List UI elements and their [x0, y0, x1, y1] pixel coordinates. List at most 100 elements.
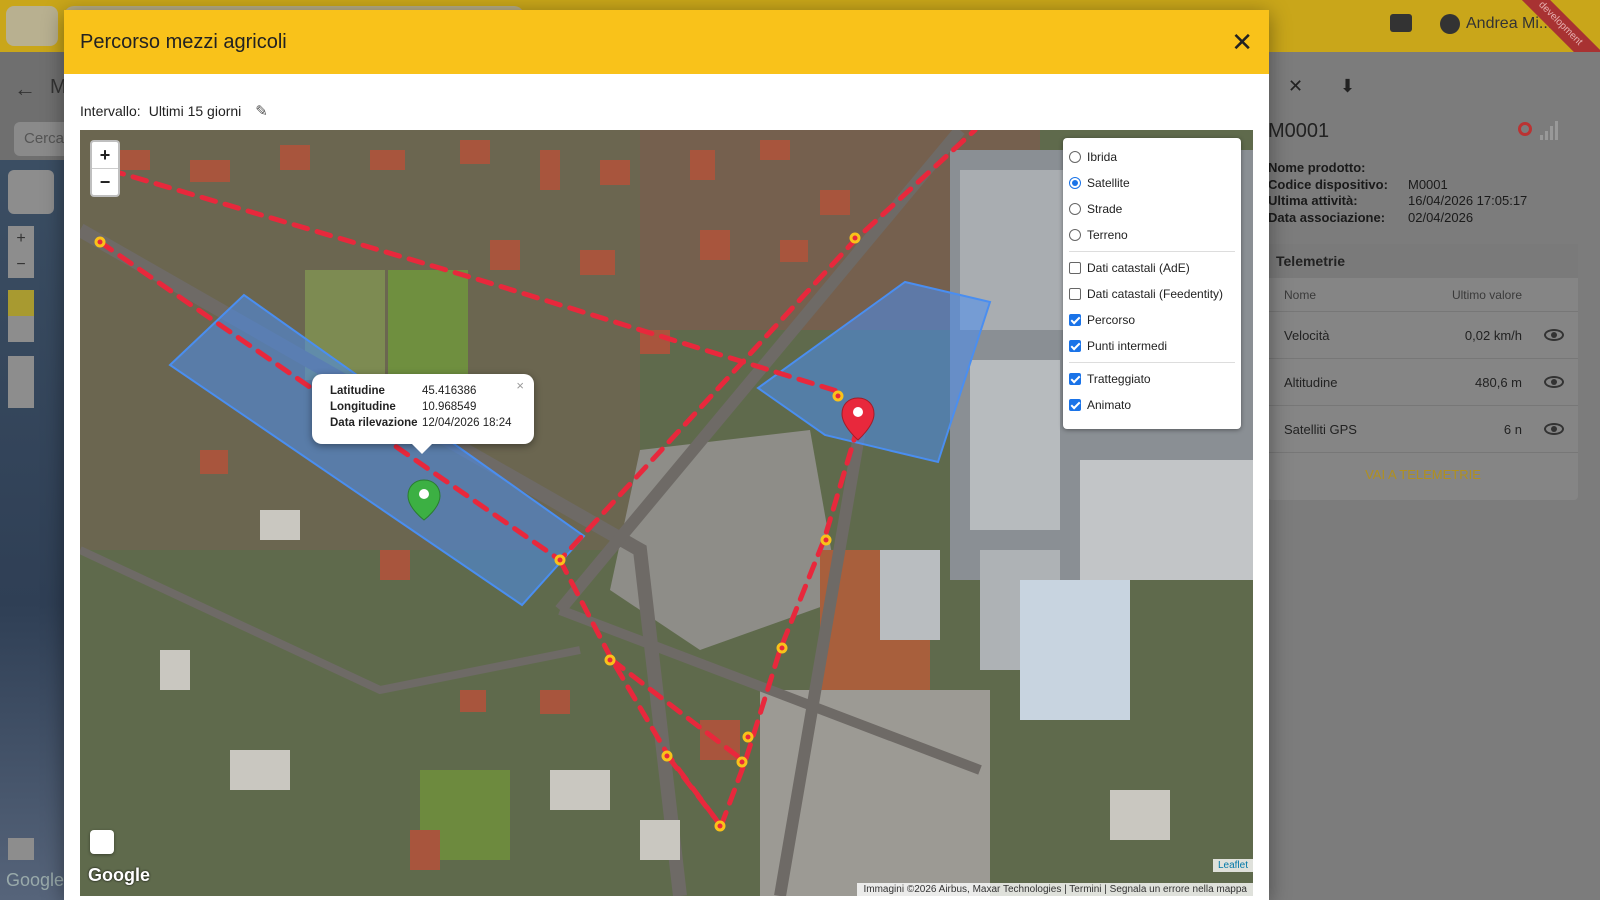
- modal-title: Percorso mezzi agricoli: [80, 30, 287, 53]
- popup-lat-label: Latitudine: [330, 385, 385, 397]
- telemetry-value: 0,02 km/h: [1464, 327, 1522, 343]
- radio-button[interactable]: [1069, 177, 1081, 189]
- zoom-control: + −: [90, 140, 120, 197]
- info-value: M0001: [1408, 176, 1448, 192]
- route-modal: Percorso mezzi agricoli ✕ Intervallo: Ul…: [64, 10, 1269, 900]
- option-animato[interactable]: Animato: [1069, 392, 1235, 418]
- popup-date-value: 12/04/2026 18:24: [422, 417, 512, 429]
- layer-label: Terreno: [1087, 228, 1128, 242]
- telemetry-name: Altitudine: [1284, 374, 1338, 390]
- left-zoom-in-button[interactable]: +: [8, 226, 34, 252]
- col-name-header: Nome: [1284, 288, 1317, 302]
- checkbox[interactable]: [1069, 288, 1081, 300]
- pencil-icon[interactable]: ✎: [255, 102, 268, 120]
- layer-option-satellite[interactable]: Satellite: [1069, 170, 1235, 196]
- point-popup: × Latitudine 45.416386 Longitudine 10.9685…: [312, 374, 534, 454]
- divider: [1069, 362, 1235, 363]
- overlay-label: Dati catastali (AdE): [1087, 261, 1190, 275]
- eye-icon[interactable]: [1544, 329, 1564, 341]
- info-key: Ultima attività:: [1268, 193, 1358, 208]
- leaflet-link[interactable]: Leaflet: [1212, 859, 1253, 872]
- draw-polygon-button[interactable]: [8, 290, 34, 316]
- overlay-percorso[interactable]: Percorso: [1069, 307, 1235, 333]
- satellite-map[interactable]: + − × Latitudine 45.416386 Longitudine 10.…: [80, 130, 1253, 896]
- edit-layers-button[interactable]: [8, 356, 34, 382]
- zoom-out-button[interactable]: −: [92, 168, 118, 195]
- map-search-button[interactable]: [8, 170, 54, 214]
- info-key: Codice dispositivo:: [1268, 176, 1388, 192]
- delete-layers-button[interactable]: [8, 382, 34, 408]
- col-value-header: Ultimo valore: [1451, 288, 1522, 302]
- layer-label: Strade: [1087, 202, 1123, 216]
- popup-lon-value: 10.968549: [422, 401, 477, 413]
- close-icon[interactable]: ✕: [1231, 29, 1253, 55]
- checkbox[interactable]: [1069, 399, 1081, 411]
- layer-option-strade[interactable]: Strade: [1069, 196, 1235, 222]
- telemetry-header: Nome Ultimo valore: [1268, 278, 1578, 312]
- map-attribution: Immagini ©2026 Airbus, Maxar Technologie…: [857, 883, 1253, 896]
- popup-lon-label: Longitudine: [330, 401, 396, 413]
- layer-control: Ibrida Satellite Strade Terreno Dati cat…: [1063, 138, 1241, 429]
- info-value: 16/04/2026 17:05:17: [1408, 193, 1528, 208]
- overlay-punti-intermedi[interactable]: Punti intermedi: [1069, 333, 1235, 359]
- left-zoom-out-button[interactable]: −: [8, 252, 34, 278]
- overlay-dati-catastali-feedentity[interactable]: Dati catastali (Feedentity): [1069, 281, 1235, 307]
- telemetry-value: 6 n: [1503, 421, 1522, 437]
- device-title: M0001: [1268, 120, 1330, 142]
- info-key: Data associazione:: [1268, 209, 1386, 225]
- google-logo-left: Google: [6, 870, 65, 890]
- user-avatar-icon: [1440, 14, 1460, 34]
- app-logo-icon[interactable]: [6, 6, 58, 46]
- overlay-label: Punti intermedi: [1087, 339, 1168, 353]
- checkbox[interactable]: [1069, 262, 1081, 274]
- back-arrow-icon[interactable]: ←: [14, 76, 36, 102]
- layer-option-ibrida[interactable]: Ibrida: [1069, 144, 1235, 170]
- eye-icon[interactable]: [1544, 376, 1564, 388]
- go-to-telemetry-link[interactable]: VAI A TELEMETRIE: [1268, 453, 1578, 482]
- eye-icon[interactable]: [1544, 423, 1564, 435]
- modal-header: Percorso mezzi agricoli ✕: [64, 10, 1269, 74]
- telemetry-name: Satelliti GPS: [1284, 421, 1357, 437]
- interval-row: Intervallo: Ultimi 15 giorni ✎: [80, 102, 268, 120]
- layer-label: Ibrida: [1087, 150, 1118, 164]
- table-row: Altitudine 480,6 m: [1268, 359, 1578, 406]
- overlay-dati-catastali-ade[interactable]: Dati catastali (AdE): [1069, 255, 1235, 281]
- checkbox[interactable]: [1069, 314, 1081, 326]
- table-row: Satelliti GPS 6 n: [1268, 406, 1578, 453]
- checkbox[interactable]: [1069, 373, 1081, 385]
- popup-lat-value: 45.416386: [422, 385, 477, 397]
- device-info: Nome prodotto: Codice dispositivo: M0001 …: [1268, 160, 1527, 226]
- telemetry-value: 480,6 m: [1475, 374, 1522, 390]
- interval-value: Ultimi 15 giorni: [148, 103, 242, 119]
- signal-icon: [1540, 120, 1560, 140]
- option-label: Tratteggiato: [1087, 372, 1151, 386]
- info-value: 02/04/2026: [1408, 209, 1474, 225]
- option-label: Animato: [1087, 398, 1132, 412]
- telemetry-title: Telemetrie: [1268, 244, 1578, 278]
- overlay-label: Percorso: [1087, 313, 1136, 327]
- google-logo: Google: [88, 865, 150, 885]
- status-icon: [1518, 122, 1532, 136]
- option-tratteggiato[interactable]: Tratteggiato: [1069, 366, 1235, 392]
- zoom-in-button[interactable]: +: [92, 142, 118, 168]
- radio-button[interactable]: [1069, 203, 1081, 215]
- info-key: Nome prodotto:: [1268, 160, 1366, 175]
- overlay-label: Dati catastali (Feedentity): [1087, 287, 1224, 301]
- radio-button[interactable]: [1069, 229, 1081, 241]
- chat-icon[interactable]: [1390, 14, 1412, 32]
- radio-button[interactable]: [1069, 151, 1081, 163]
- checkbox[interactable]: [1069, 340, 1081, 352]
- telemetry-name: Velocità: [1284, 327, 1330, 343]
- popup-date-label: Data rilevazione: [330, 417, 418, 429]
- export-icon[interactable]: ⬇: [1340, 76, 1362, 98]
- table-row: Velocità 0,02 km/h: [1268, 312, 1578, 359]
- keyboard-shortcuts-button[interactable]: [8, 838, 34, 860]
- draw-marker-button[interactable]: [8, 316, 34, 342]
- unpin-icon[interactable]: ✕: [1288, 76, 1310, 98]
- telemetry-card: Telemetrie Nome Ultimo valore Velocità 0…: [1268, 244, 1578, 500]
- popup-close-icon[interactable]: ×: [516, 378, 524, 393]
- layer-option-terreno[interactable]: Terreno: [1069, 222, 1235, 248]
- keyboard-icon[interactable]: [90, 830, 114, 854]
- interval-label: Intervallo:: [80, 103, 141, 119]
- search-input[interactable]: Cerca: [14, 122, 64, 156]
